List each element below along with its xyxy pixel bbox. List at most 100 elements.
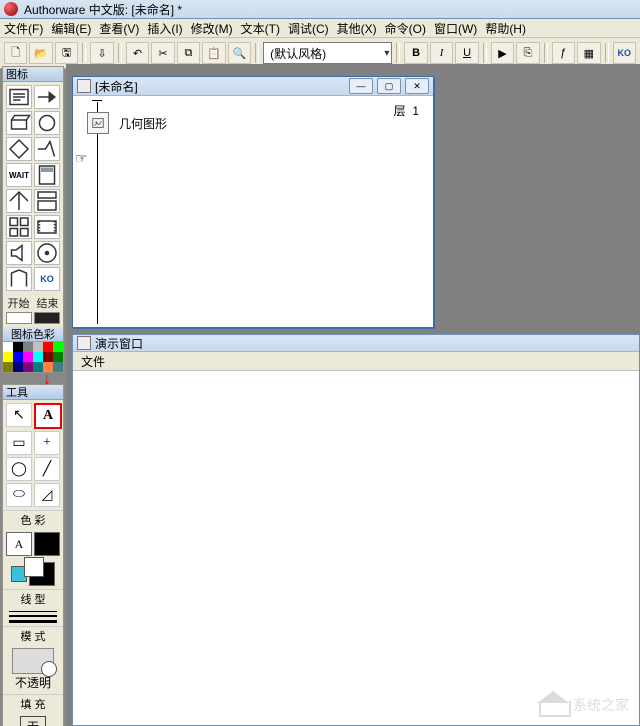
swatch-lime[interactable] [53,342,63,352]
copy-button[interactable]: ⧉ [177,42,200,64]
open-button[interactable]: 📂 [29,42,52,64]
underline-button[interactable]: U [455,42,478,64]
fill-picker[interactable]: 无 [20,716,46,726]
flowline[interactable] [97,102,98,324]
minimize-button[interactable]: — [349,78,373,94]
bold-button[interactable]: B [404,42,427,64]
swatch-olive[interactable] [3,362,13,372]
design-window-titlebar[interactable]: [未命名] — ▢ ✕ [73,77,433,96]
erase-icon[interactable] [6,111,32,135]
color-section-label: 色 彩 [3,510,63,529]
swatch-black[interactable] [13,342,23,352]
swatch-gray[interactable] [23,342,33,352]
line-tool[interactable]: ╱ [34,457,60,481]
menu-edit[interactable]: 编辑(E) [51,20,91,37]
functions-button[interactable]: ƒ [552,42,575,64]
watermark-house-icon [539,693,567,717]
icon-color-swatches [3,342,63,372]
sound-icon[interactable] [6,241,32,265]
separator [483,43,487,63]
dvd-icon[interactable] [34,241,60,265]
text-color-button[interactable]: A [6,532,32,556]
swatch-red[interactable] [43,342,53,352]
line-color-button[interactable] [34,532,60,556]
rectangle-tool[interactable]: ▭ [6,431,32,455]
flow-node[interactable]: 几何图形 [87,112,167,134]
tool-palette-title: 工具 [3,385,63,400]
menu-help[interactable]: 帮助(H) [485,20,526,37]
navigate-icon[interactable] [6,189,32,213]
calc-icon[interactable] [34,163,60,187]
decision-icon[interactable] [6,137,32,161]
separator [255,43,259,63]
close-button[interactable]: ✕ [405,78,429,94]
italic-button[interactable]: I [430,42,453,64]
run-button[interactable]: ▶ [491,42,514,64]
undo-button[interactable]: ↶ [126,42,149,64]
swatch-white[interactable] [3,342,13,352]
menu-window[interactable]: 窗口(W) [434,20,477,37]
ko-button[interactable]: KO [613,42,636,64]
ko-icon[interactable]: KO [34,267,60,291]
menu-view[interactable]: 查看(V) [99,20,139,37]
menu-file[interactable]: 文件(F) [4,20,43,37]
display-node-icon [87,112,109,134]
swatch-slate[interactable] [53,362,63,372]
mode-picker[interactable] [12,648,54,674]
motion-icon[interactable] [34,85,60,109]
cut-button[interactable]: ✂ [151,42,174,64]
menu-modify[interactable]: 修改(M) [191,20,233,37]
polygon-tool[interactable]: ◿ [34,483,60,507]
text-tool[interactable]: A [34,403,62,429]
control-panel-button[interactable]: ⎘ [516,42,539,64]
style-select[interactable]: (默认风格) [263,42,392,64]
swatch-teal[interactable] [33,362,43,372]
wait-icon-alt[interactable] [34,111,60,135]
variables-button[interactable]: ▦ [577,42,600,64]
display-icon[interactable] [6,85,32,109]
menu-other[interactable]: 其他(X) [337,20,377,37]
find-button[interactable]: 🔍 [228,42,251,64]
save-all-button[interactable]: 🖫 [55,42,78,64]
paste-hand-icon[interactable]: ☞ [75,150,88,167]
line-style-picker[interactable] [3,608,63,626]
line-thin-icon [9,611,57,612]
menu-debug[interactable]: 调试(C) [288,20,329,37]
framework-icon[interactable] [34,189,60,213]
swatch-yellow[interactable] [3,352,13,362]
import-button[interactable]: ⇩ [90,42,113,64]
stop-flag-label: 结束 [37,295,59,311]
swatch-magenta[interactable] [23,352,33,362]
maximize-button[interactable]: ▢ [377,78,401,94]
ellipse-tool[interactable]: ◯ [6,457,32,481]
new-button[interactable]: 🗋 [4,42,27,64]
window-title: Authorware 中文版: [未命名] * [24,1,182,18]
knowledge-icon[interactable] [6,267,32,291]
swatch-cyan[interactable] [33,352,43,362]
fill-bg-color-button[interactable] [29,562,55,586]
swatch-purple[interactable] [23,362,33,372]
menu-text[interactable]: 文本(T) [241,20,280,37]
rounded-rect-tool[interactable]: ⬭ [6,483,32,507]
digital-movie-icon[interactable] [34,215,60,239]
map-icon[interactable] [6,215,32,239]
swatch-blue[interactable] [13,352,23,362]
wait-icon[interactable]: WAIT [6,163,32,187]
presentation-menu-file[interactable]: 文件 [81,353,105,370]
stop-flag-icon[interactable] [34,312,60,324]
swatch-green[interactable] [53,352,63,362]
paste-button[interactable]: 📋 [202,42,225,64]
swatch-maroon[interactable] [43,352,53,362]
flow-node-label: 几何图形 [119,115,167,132]
swatch-navy[interactable] [13,362,23,372]
menu-command[interactable]: 命令(O) [385,20,426,37]
presentation-window-titlebar[interactable]: 演示窗口 [73,335,639,352]
interaction-icon[interactable] [34,137,60,161]
menu-insert[interactable]: 插入(I) [147,20,182,37]
swatch-silver[interactable] [33,342,43,352]
separator [82,43,86,63]
start-flag-icon[interactable] [6,312,32,324]
line-straight-tool[interactable]: + [34,431,60,455]
pointer-tool[interactable]: ↖ [6,403,32,427]
tool-palette: ↓ 工具 ↖ A ▭ + ◯ ╱ ⬭ ◿ 色 彩 A 线 型 [2,384,64,726]
